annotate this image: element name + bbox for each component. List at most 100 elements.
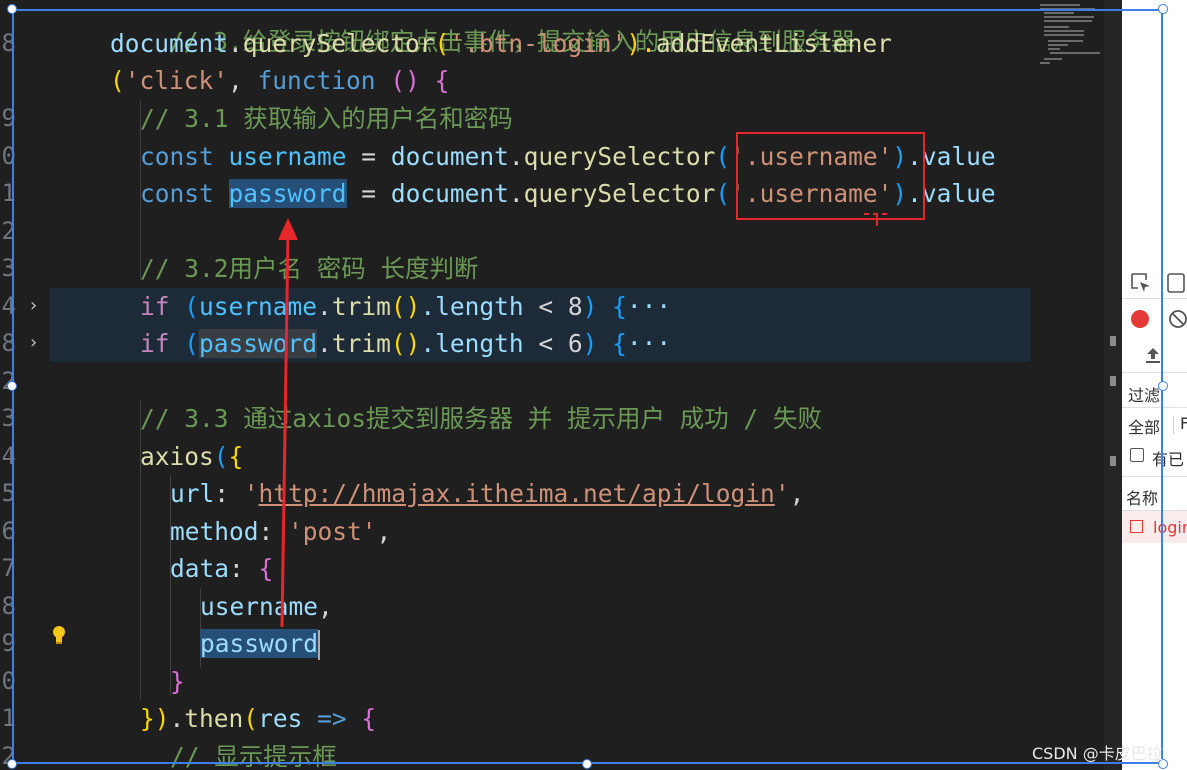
- code-line[interactable]: document.querySelector('.btn-login').add…: [110, 25, 892, 62]
- code-number: 6: [567, 329, 583, 358]
- resize-handle[interactable]: [1158, 381, 1168, 391]
- code-punct: =: [346, 142, 391, 171]
- code-line[interactable]: data: {: [170, 550, 273, 587]
- annotation-box: [736, 132, 925, 220]
- line-number: 8: [1, 329, 16, 357]
- devtools-panel[interactable]: 过滤 全部 F 有已 名称 login: [1122, 0, 1187, 770]
- code-number: 8: [567, 292, 583, 321]
- code-string: ': [774, 479, 790, 508]
- scrollbar-marker: [1110, 376, 1116, 386]
- resize-handle[interactable]: [7, 759, 17, 769]
- filter-all-button[interactable]: 全部: [1128, 414, 1160, 438]
- code-identifier: document: [390, 179, 509, 208]
- code-identifier: document: [110, 29, 229, 58]
- code-line-folded[interactable]: if (password.trim().length < 6) {···: [140, 325, 671, 362]
- code-function: querySelector: [523, 179, 716, 208]
- code-line[interactable]: // 3.给登录按钮绑定点击事件，提交输入的用户信息到服务器: [110, 0, 855, 56]
- code-property: .length: [420, 329, 524, 358]
- request-row[interactable]: login: [1122, 511, 1187, 543]
- code-function: addEventListener: [655, 29, 892, 58]
- inspect-element-icon[interactable]: [1130, 272, 1152, 294]
- divider: [1122, 372, 1187, 373]
- code-line-active[interactable]: password: [200, 625, 321, 662]
- preserve-log-checkbox[interactable]: [1130, 448, 1144, 462]
- code-bracket: (): [390, 329, 421, 358]
- code-line[interactable]: }).then(res => {: [140, 700, 376, 737]
- code-key: data: [170, 554, 230, 583]
- code-line[interactable]: axios({: [140, 438, 243, 475]
- lightbulb-icon[interactable]: [51, 625, 67, 645]
- code-line[interactable]: // 显示提示框: [170, 738, 337, 770]
- code-bracket: {: [361, 704, 377, 733]
- resize-handle[interactable]: [1158, 4, 1168, 14]
- code-key: url: [170, 479, 215, 508]
- code-bracket: ): [582, 292, 613, 321]
- fold-expand-icon[interactable]: ›: [28, 325, 44, 361]
- code-operator: =>: [302, 704, 362, 733]
- selected-identifier[interactable]: password: [228, 179, 347, 208]
- code-punct: .: [169, 704, 185, 733]
- record-button[interactable]: [1129, 308, 1151, 330]
- code-editor[interactable]: 8 9 0 1 2 3 4 8 2 3 4 5 6 7 8 9 0 1 2 › …: [0, 0, 1122, 770]
- code-bracket: (: [169, 292, 200, 321]
- folded-ellipsis[interactable]: ···: [627, 292, 671, 321]
- line-number: 6: [1, 517, 16, 545]
- minimap[interactable]: [1038, 0, 1108, 80]
- code-operator: <: [523, 292, 568, 321]
- request-error-icon: [1130, 520, 1143, 533]
- code-key: method: [170, 517, 259, 546]
- code-punct: .: [228, 29, 243, 58]
- code-line[interactable]: // 3.3 通过axios提交到服务器 并 提示用户 成功 / 失败: [140, 400, 822, 437]
- line-number: 0: [1, 142, 16, 170]
- selected-identifier[interactable]: password: [200, 629, 319, 658]
- watermark: CSDN @卡皮巴拉: [1032, 744, 1163, 763]
- upload-icon[interactable]: [1142, 344, 1164, 366]
- url-link[interactable]: http://hmajax.itheima.net/api/login: [259, 479, 775, 508]
- code-punct: .: [508, 142, 524, 171]
- code-line-folded[interactable]: if (username.trim().length < 8) {···: [140, 288, 671, 325]
- scrollbar-marker: [1110, 336, 1116, 346]
- fold-expand-icon[interactable]: ›: [28, 288, 44, 324]
- code-line[interactable]: url: 'http://hmajax.itheima.net/api/logi…: [170, 475, 804, 512]
- resize-handle[interactable]: [7, 381, 17, 391]
- code-line[interactable]: username,: [200, 588, 333, 625]
- preserve-log-label: 有已: [1152, 450, 1185, 469]
- code-keyword: const: [140, 142, 214, 171]
- divider: [1122, 407, 1187, 408]
- line-number: 9: [1, 629, 16, 657]
- divider: [1122, 476, 1187, 477]
- filter-type-button[interactable]: F: [1180, 414, 1187, 433]
- resize-handle[interactable]: [7, 4, 17, 14]
- line-number: 3: [1, 404, 16, 432]
- line-number: 2: [1, 217, 16, 245]
- code-identifier: res: [258, 704, 303, 733]
- scrollbar-marker: [1110, 456, 1116, 466]
- code-bracket: {: [612, 329, 627, 358]
- divider: [1122, 298, 1187, 299]
- code-identifier: document: [390, 142, 509, 171]
- code-line[interactable]: }: [170, 663, 185, 700]
- resize-handle[interactable]: [582, 759, 592, 769]
- code-identifier: username: [228, 142, 347, 171]
- code-function: querySelector: [242, 29, 435, 58]
- code-punct: ,: [228, 66, 258, 95]
- annotation-mark: [864, 213, 890, 226]
- name-column-header[interactable]: 名称: [1126, 485, 1158, 509]
- code-line[interactable]: ('click', function () {: [110, 62, 449, 99]
- line-number: 3: [1, 254, 16, 282]
- folded-ellipsis[interactable]: ···: [627, 329, 671, 358]
- filter-label[interactable]: 过滤: [1128, 382, 1160, 406]
- code-bracket: (: [213, 442, 229, 471]
- code-comment: // 3.1 获取输入的用户名和密码: [140, 104, 513, 133]
- code-comment: // 3.3 通过axios提交到服务器 并 提示用户 成功 / 失败: [140, 404, 823, 433]
- code-punct: .: [317, 292, 332, 321]
- device-toggle-icon[interactable]: [1166, 272, 1187, 294]
- clear-icon[interactable]: [1167, 308, 1187, 330]
- code-line[interactable]: // 3.1 获取输入的用户名和密码: [140, 100, 513, 137]
- code-line[interactable]: // 3.2用户名 密码 长度判断: [140, 250, 479, 287]
- line-number: 4: [1, 442, 16, 470]
- code-bracket: ): [582, 329, 613, 358]
- code-punct: ,: [318, 592, 333, 621]
- code-function: then: [184, 704, 244, 733]
- request-name[interactable]: login: [1153, 518, 1187, 537]
